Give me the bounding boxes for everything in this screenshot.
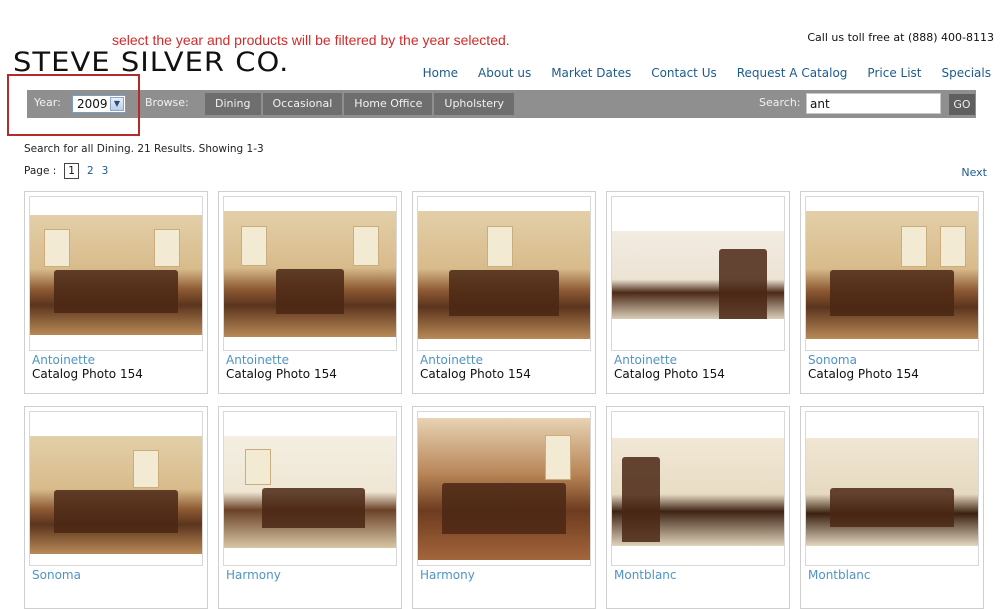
- product-name-link[interactable]: Antoinette: [420, 353, 483, 367]
- product-card[interactable]: Antoinette Catalog Photo 154: [412, 191, 596, 394]
- product-photo[interactable]: [805, 196, 979, 351]
- year-value: 2009: [77, 97, 108, 111]
- search-label: Search:: [759, 96, 801, 109]
- product-caption: Catalog Photo 154: [808, 367, 919, 381]
- product-photo[interactable]: [29, 196, 203, 351]
- product-card[interactable]: Antoinette Catalog Photo 154: [24, 191, 208, 394]
- nav-price-list[interactable]: Price List: [867, 66, 921, 80]
- tab-upholstery[interactable]: Upholstery: [434, 93, 515, 115]
- page-3-link[interactable]: 3: [102, 165, 109, 177]
- toll-free-text: Call us toll free at (888) 400-8113: [807, 31, 994, 44]
- product-name-link[interactable]: Antoinette: [32, 353, 95, 367]
- browse-label: Browse:: [145, 96, 189, 109]
- page-2-link[interactable]: 2: [87, 165, 94, 177]
- product-card[interactable]: Antoinette Catalog Photo 154: [606, 191, 790, 394]
- chevron-down-icon[interactable]: ▼: [110, 97, 124, 111]
- nav-about-us[interactable]: About us: [478, 66, 531, 80]
- product-photo[interactable]: [29, 411, 203, 566]
- product-name-link[interactable]: Harmony: [226, 568, 281, 582]
- product-caption: Catalog Photo 154: [226, 367, 337, 381]
- page-label: Page :: [24, 165, 57, 177]
- product-photo[interactable]: [417, 411, 591, 566]
- go-button[interactable]: GO: [949, 94, 975, 115]
- year-select[interactable]: 2009 ▼: [72, 95, 126, 113]
- product-name-link[interactable]: Antoinette: [226, 353, 289, 367]
- search-input[interactable]: ant: [806, 93, 941, 114]
- tab-home-office[interactable]: Home Office: [344, 93, 433, 115]
- product-name-link[interactable]: Harmony: [420, 568, 475, 582]
- product-caption: Catalog Photo 154: [420, 367, 531, 381]
- product-name-link[interactable]: Montblanc: [808, 568, 871, 582]
- product-card[interactable]: Antoinette Catalog Photo 154: [218, 191, 402, 394]
- nav-request-catalog[interactable]: Request A Catalog: [737, 66, 848, 80]
- tab-occasional[interactable]: Occasional: [262, 93, 343, 115]
- page-1-link[interactable]: 1: [64, 163, 79, 179]
- results-summary: Search for all Dining. 21 Results. Showi…: [24, 143, 264, 155]
- nav-market-dates[interactable]: Market Dates: [551, 66, 631, 80]
- site-logo[interactable]: STEVE SILVER CO.: [13, 49, 289, 76]
- next-page-link[interactable]: Next: [961, 166, 987, 179]
- product-name-link[interactable]: Antoinette: [614, 353, 677, 367]
- nav-contact-us[interactable]: Contact Us: [651, 66, 717, 80]
- product-name-link[interactable]: Montblanc: [614, 568, 677, 582]
- tab-dining[interactable]: Dining: [205, 93, 261, 115]
- product-name-link[interactable]: Sonoma: [32, 568, 81, 582]
- product-caption: Catalog Photo 154: [32, 367, 143, 381]
- product-caption: Catalog Photo 154: [614, 367, 725, 381]
- product-photo[interactable]: [223, 196, 397, 351]
- top-navigation: Home About us Market Dates Contact Us Re…: [403, 66, 991, 80]
- nav-home[interactable]: Home: [423, 66, 458, 80]
- browse-tabs: Dining Occasional Home Office Upholstery: [205, 93, 516, 115]
- filter-bar: Year: 2009 ▼ Browse: Dining Occasional H…: [27, 90, 976, 118]
- product-photo[interactable]: [223, 411, 397, 566]
- product-photo[interactable]: [805, 411, 979, 566]
- product-photo[interactable]: [611, 196, 785, 351]
- pagination: Page : 1 2 3: [24, 163, 108, 179]
- product-photo[interactable]: [417, 196, 591, 351]
- product-photo[interactable]: [611, 411, 785, 566]
- year-label: Year:: [34, 96, 61, 109]
- product-name-link[interactable]: Sonoma: [808, 353, 857, 367]
- nav-specials[interactable]: Specials: [942, 66, 992, 80]
- product-card[interactable]: Sonoma Catalog Photo 154: [800, 191, 984, 394]
